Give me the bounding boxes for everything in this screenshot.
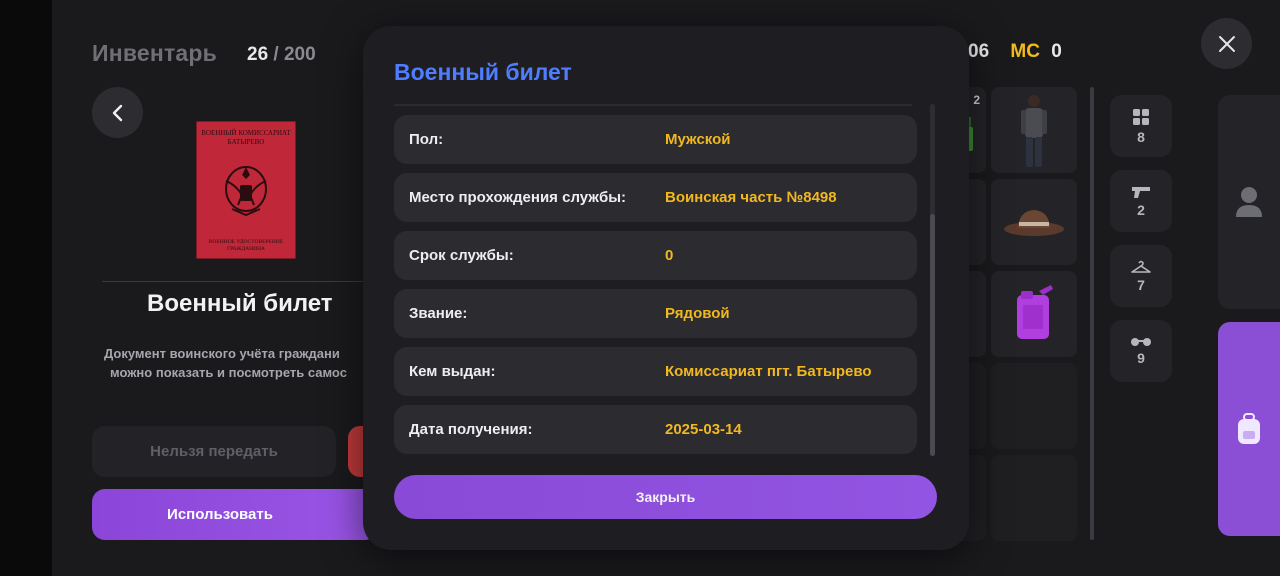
info-row-issue-date: Дата получения: 2025-03-14 — [394, 405, 917, 454]
modal-divider — [394, 104, 912, 106]
info-label: Дата получения: — [409, 421, 533, 438]
military-id-modal: Военный билет Пол: Мужской Место прохожд… — [363, 26, 969, 550]
money-value: 06 — [968, 41, 990, 62]
category-weapons[interactable]: 2 — [1110, 170, 1172, 232]
chevron-left-icon — [112, 104, 122, 121]
inventory-count-current: 26 — [247, 44, 269, 65]
back-button[interactable] — [92, 87, 143, 138]
category-count: 9 — [1137, 349, 1145, 366]
transfer-button[interactable]: Нельзя передать — [92, 426, 336, 477]
tab-inventory[interactable] — [1218, 322, 1280, 536]
backpack-icon — [1238, 413, 1260, 444]
inventory-slot[interactable] — [991, 179, 1077, 265]
booklet-title: ВОЕННЫЙ КОМИССАРИАТ БАТЫРЕВО — [201, 129, 291, 146]
item-divider — [102, 281, 372, 282]
inventory-slot[interactable] — [991, 455, 1077, 541]
category-clothing[interactable]: 7 — [1110, 245, 1172, 307]
info-value: Воинская часть №8498 — [665, 189, 837, 206]
currency-value: 0 — [1051, 41, 1062, 62]
modal-scrollbar[interactable] — [930, 104, 935, 456]
booklet-footer: ВОЕННОЕ УДОСТОВЕРЕНИЕ ГРАЖДАНИНА — [208, 239, 284, 252]
info-value: Комиссариат пгт. Батырево — [665, 363, 872, 380]
hat-icon — [1004, 210, 1064, 236]
inventory-scrollbar[interactable] — [1090, 87, 1094, 540]
info-value: 2025-03-14 — [665, 421, 742, 438]
info-value: Рядовой — [665, 305, 730, 322]
close-modal-button[interactable]: Закрыть — [394, 475, 937, 519]
info-row-service-term: Срок службы: 0 — [394, 231, 917, 280]
info-label: Место прохождения службы: — [409, 189, 627, 206]
info-label: Пол: — [409, 131, 444, 148]
info-row-issued-by: Кем выдан: Комиссариат пгт. Батырево — [394, 347, 917, 396]
money-display: 06 MC 0 — [968, 41, 1062, 63]
inventory-count-separator: / — [273, 44, 279, 65]
item-description-line: можно показать и посмотреть самос — [110, 365, 347, 380]
inventory-title: Инвентарь — [92, 40, 217, 66]
inventory-slot[interactable] — [991, 87, 1077, 173]
info-row-gender: Пол: Мужской — [394, 115, 917, 164]
use-button[interactable]: Использовать — [92, 489, 378, 540]
tab-character[interactable] — [1218, 95, 1280, 309]
category-all[interactable]: 8 — [1110, 95, 1172, 157]
eagle-emblem-icon — [225, 166, 267, 217]
item-name: Военный билет — [147, 290, 333, 317]
info-row-rank: Звание: Рядовой — [394, 289, 917, 338]
modal-title: Военный билет — [394, 59, 572, 85]
inventory-count: 26 / 200 — [247, 44, 316, 66]
inventory-count-capacity: 200 — [283, 44, 316, 65]
info-row-service-place: Место прохождения службы: Воинская часть… — [394, 173, 917, 222]
category-count: 2 — [1137, 201, 1145, 218]
category-accessories[interactable]: 9 — [1110, 320, 1172, 382]
hanger-icon — [1131, 260, 1151, 273]
slot-count-badge: 2 — [973, 93, 980, 107]
info-label: Звание: — [409, 305, 468, 322]
item-description: Документ воинского учёта граждани можно … — [104, 344, 366, 382]
info-value: Мужской — [665, 131, 731, 148]
pistol-icon — [1132, 186, 1150, 198]
info-label: Срок службы: — [409, 247, 514, 264]
info-label: Кем выдан: — [409, 363, 496, 380]
inventory-slot[interactable] — [991, 271, 1077, 357]
left-edge — [0, 0, 52, 576]
category-count: 8 — [1137, 128, 1145, 145]
grid-icon — [1133, 108, 1149, 125]
item-description-line: Документ воинского учёта граждани — [104, 346, 340, 361]
close-icon — [1218, 35, 1235, 52]
close-inventory-button[interactable] — [1201, 18, 1252, 69]
fuel-can-icon — [1017, 285, 1053, 339]
inventory-slot[interactable] — [991, 363, 1077, 449]
person-icon — [1236, 187, 1262, 217]
info-value: 0 — [665, 247, 674, 264]
currency-label: MC — [1010, 41, 1040, 62]
modal-scrollbar-thumb[interactable] — [930, 214, 935, 456]
military-id-image: ВОЕННЫЙ КОМИССАРИАТ БАТЫРЕВО ВОЕННОЕ УДО… — [196, 121, 296, 259]
category-count: 7 — [1137, 276, 1145, 293]
glasses-icon — [1131, 337, 1151, 346]
character-skin-icon — [1021, 95, 1047, 167]
